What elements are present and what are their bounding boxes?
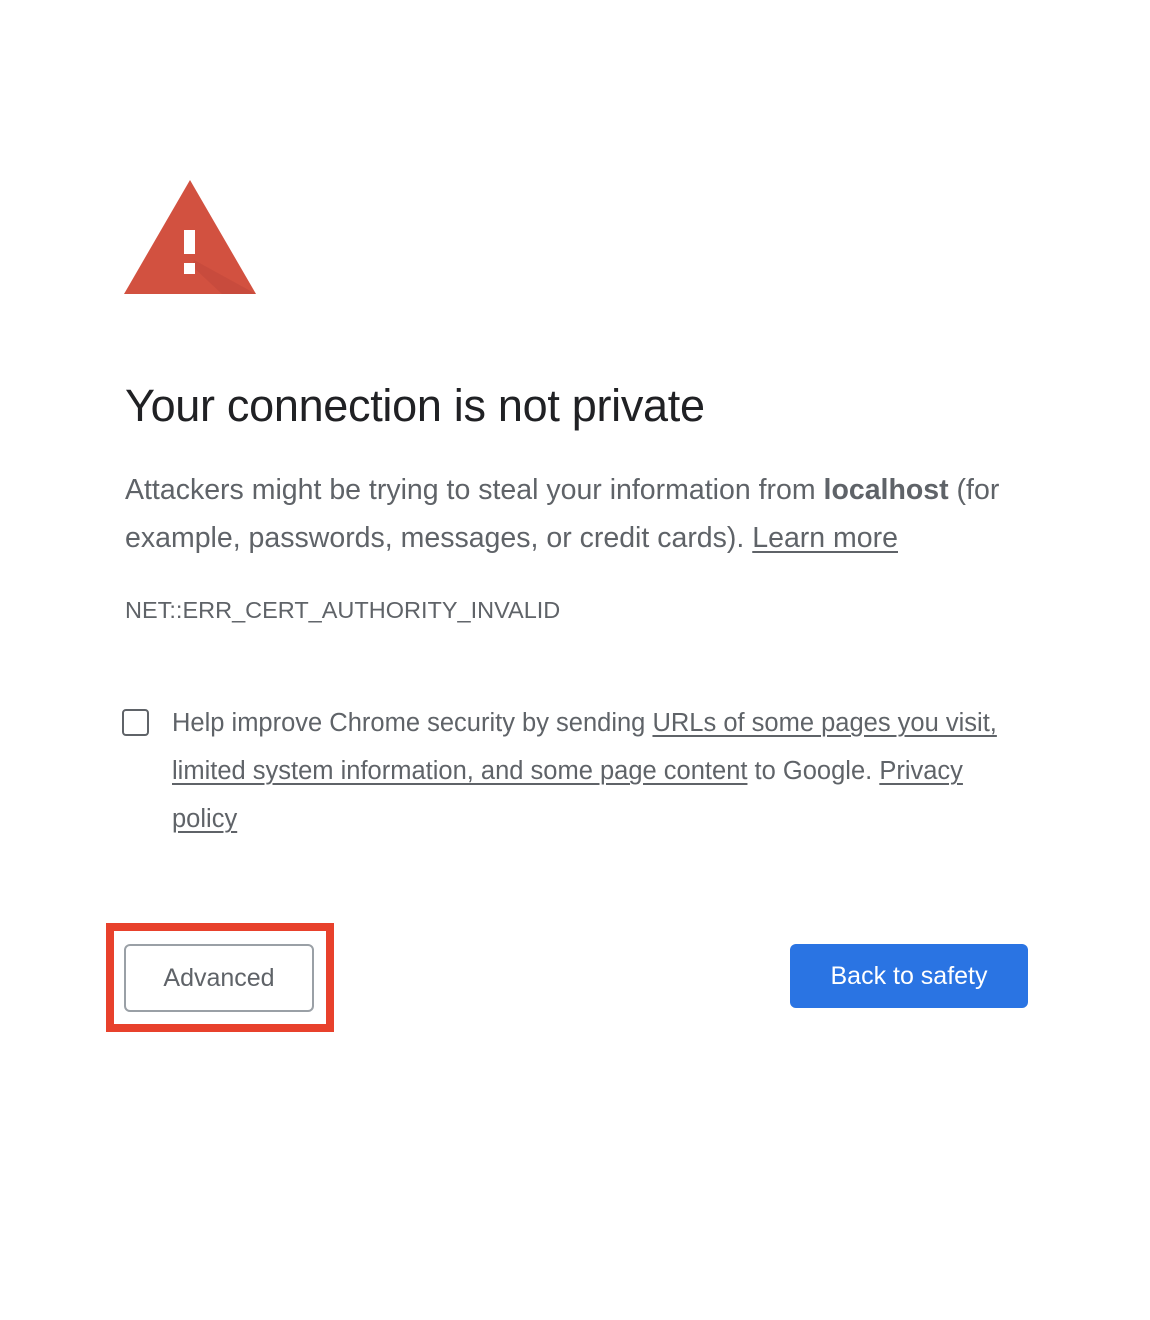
page-title: Your connection is not private bbox=[125, 380, 705, 431]
learn-more-link[interactable]: Learn more bbox=[752, 522, 898, 554]
help-improve-checkbox[interactable] bbox=[122, 709, 149, 736]
error-explanation: Attackers might be trying to steal your … bbox=[125, 466, 1045, 562]
error-code: NET::ERR_CERT_AUTHORITY_INVALID bbox=[125, 597, 561, 623]
help-improve-text: Help improve Chrome security by sending … bbox=[172, 699, 1032, 843]
explanation-prefix: Attackers might be trying to steal your … bbox=[125, 474, 824, 506]
warning-triangle-icon bbox=[122, 178, 258, 296]
optin-suffix: to Google. bbox=[747, 757, 880, 785]
host-name: localhost bbox=[823, 474, 949, 506]
advanced-button[interactable]: Advanced bbox=[124, 944, 314, 1012]
back-to-safety-button[interactable]: Back to safety bbox=[790, 944, 1028, 1008]
optin-prefix: Help improve Chrome security by sending bbox=[172, 709, 653, 737]
